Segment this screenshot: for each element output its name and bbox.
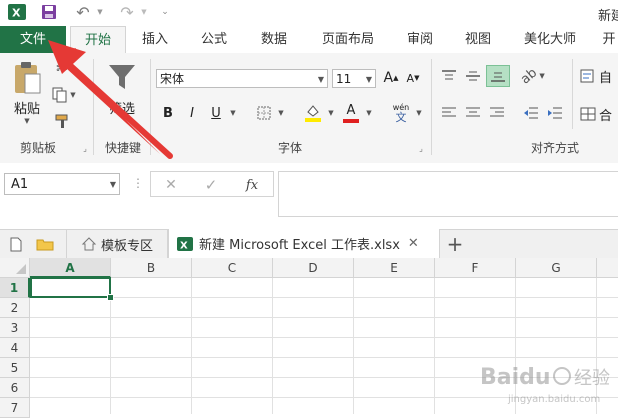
red-arrow-annotation: [48, 40, 173, 159]
